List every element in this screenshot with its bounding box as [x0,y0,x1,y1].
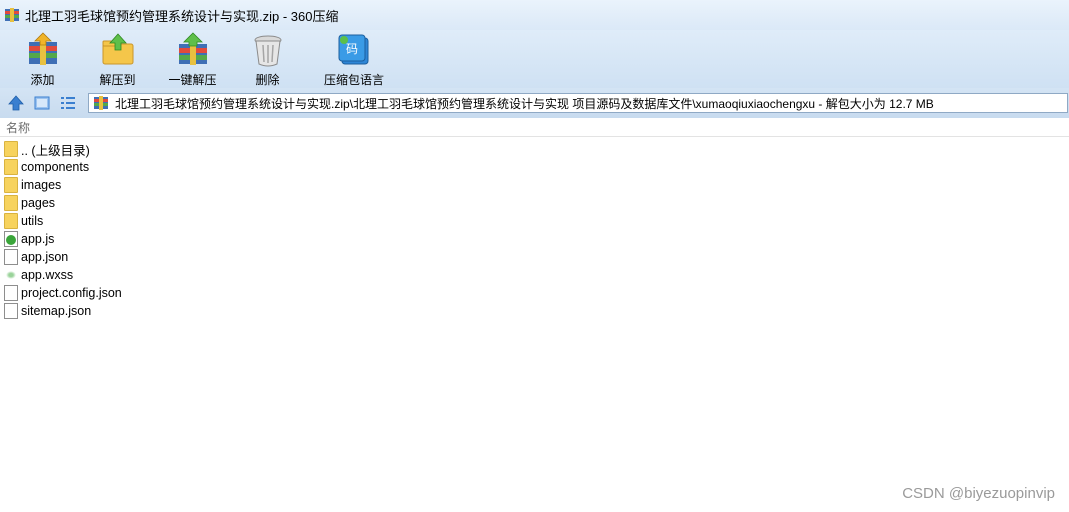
delete-icon [250,32,286,68]
up-arrow-icon[interactable] [6,93,26,113]
column-header-name[interactable]: 名称 [0,119,1069,137]
folder-icon [4,177,18,193]
list-item[interactable]: project.config.json [0,284,1069,302]
window-title: 北理工羽毛球馆预约管理系统设计与实现.zip - 360压缩 [25,8,339,24]
list-item[interactable]: app.json [0,248,1069,266]
file-name: images [21,178,62,192]
add-archive-icon [25,32,61,68]
file-name: .. (上级目录) [21,143,90,158]
delete-button-label: 删除 [255,73,280,87]
extract-to-button-label: 解压到 [99,73,136,87]
file-name: app.wxss [21,268,74,282]
file-name: app.js [21,232,55,246]
one-click-extract-icon [175,32,211,68]
list-item[interactable]: components [0,158,1069,176]
list-item[interactable]: utils [0,212,1069,230]
archive-window: 北理工羽毛球馆预约管理系统设计与实现.zip - 360压缩 添加 解压到 一键… [0,0,1069,512]
list-item[interactable]: app.js [0,230,1069,248]
folder-icon [4,213,18,229]
extract-to-button[interactable]: 解压到 [80,30,155,88]
address-bar: 北理工羽毛球馆预约管理系统设计与实现.zip\北理工羽毛球馆预约管理系统设计与实… [0,88,1069,118]
file-name: app.json [21,250,69,264]
extract-to-icon [100,32,136,68]
list-item[interactable]: pages [0,194,1069,212]
js-file-icon [4,231,18,247]
file-name: components [21,160,90,174]
svg-text:码: 码 [346,42,358,56]
folder-icon [4,159,18,175]
add-button[interactable]: 添加 [5,30,80,88]
one-click-extract-button[interactable]: 一键解压 [155,30,230,88]
address-path: 北理工羽毛球馆预约管理系统设计与实现.zip\北理工羽毛球馆预约管理系统设计与实… [115,96,934,111]
archive-file-icon [93,96,109,110]
archive-language-button[interactable]: 码 压缩包语言 [305,30,403,88]
file-icon [4,285,18,301]
add-button-label: 添加 [30,73,55,87]
list-item[interactable]: app.wxss [0,266,1069,284]
archive-language-button-label: 压缩包语言 [323,73,384,87]
file-name: sitemap.json [21,304,92,318]
list-item[interactable]: sitemap.json [0,302,1069,320]
title-bar: 北理工羽毛球馆预约管理系统设计与实现.zip - 360压缩 [0,0,1069,30]
main-toolbar: 添加 解压到 一键解压 删除 码 压缩包语言 [0,30,1069,88]
file-name: pages [21,196,56,210]
one-click-extract-button-label: 一键解压 [168,73,217,87]
folder-icon [4,195,18,211]
watermark: CSDN @biyezuopinvip [902,485,1055,502]
wxss-file-icon [4,267,18,283]
archive-language-icon: 码 [336,32,372,68]
list-item[interactable]: .. (上级目录) [0,140,1069,158]
address-field[interactable]: 北理工羽毛球馆预约管理系统设计与实现.zip\北理工羽毛球馆预约管理系统设计与实… [88,93,1068,113]
archive-app-icon [4,7,20,23]
list-item[interactable]: images [0,176,1069,194]
delete-button[interactable]: 删除 [230,30,305,88]
file-name: project.config.json [21,286,122,300]
file-name: utils [21,214,44,228]
file-icon [4,249,18,265]
file-list: .. (上级目录) components images pages utils … [0,140,1069,320]
large-icon-view-icon[interactable] [32,93,52,113]
folder-icon [4,141,18,157]
file-icon [4,303,18,319]
list-view-icon[interactable] [58,93,78,113]
